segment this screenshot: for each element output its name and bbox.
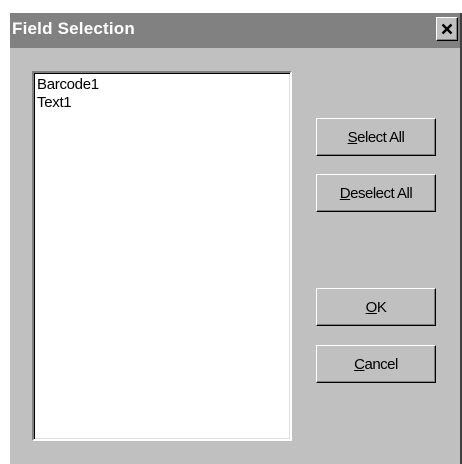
title-bar[interactable]: Field Selection	[10, 13, 460, 48]
list-item[interactable]: Barcode1	[37, 76, 290, 94]
list-item[interactable]: Text1	[37, 94, 290, 112]
ok-mnemonic: O	[365, 298, 378, 316]
close-button[interactable]	[436, 17, 458, 41]
field-list[interactable]: Barcode1 Text1	[32, 71, 292, 441]
deselect-all-button[interactable]: Deselect All	[316, 174, 436, 212]
close-icon	[441, 23, 453, 35]
dialog-title: Field Selection	[12, 19, 135, 38]
field-selection-dialog: Field Selection Barcode1 Text1 Select Al…	[10, 13, 462, 464]
select-all-button[interactable]: Select All	[316, 118, 436, 156]
deselect-all-mnemonic: D	[339, 184, 351, 202]
cancel-label: ancel	[364, 355, 398, 373]
select-all-label: elect All	[357, 128, 405, 146]
ok-button[interactable]: OK	[316, 288, 436, 326]
select-all-mnemonic: S	[347, 128, 358, 146]
ok-label: K	[376, 298, 387, 316]
cancel-button[interactable]: Cancel	[316, 345, 436, 383]
deselect-all-label: eselect All	[350, 184, 413, 202]
cancel-mnemonic: C	[354, 355, 365, 373]
